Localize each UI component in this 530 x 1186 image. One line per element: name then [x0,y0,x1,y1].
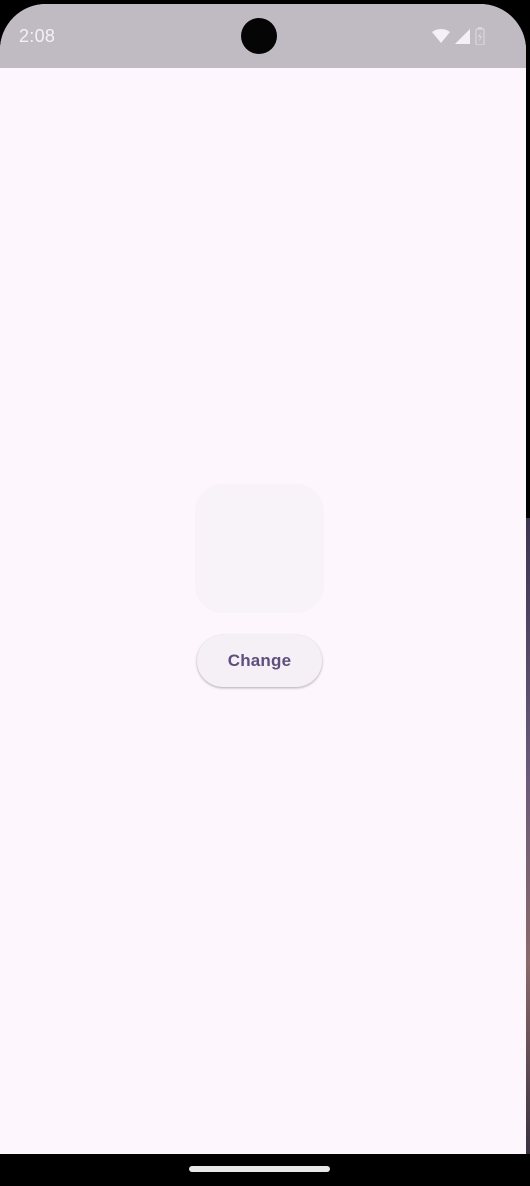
main-content: Change [0,68,526,1154]
status-bar: 2:08 [0,4,526,68]
status-icons [432,27,485,45]
battery-icon [475,27,485,45]
cellular-signal-icon [455,28,470,44]
front-camera-cutout [241,18,277,54]
home-handle[interactable] [189,1166,330,1172]
wallpaper-edge [526,518,530,1154]
navigation-bar [0,1154,530,1186]
app-screen: 2:08 Change [0,4,526,1154]
change-button[interactable]: Change [197,635,322,687]
wifi-icon [432,29,450,43]
image-placeholder [195,484,324,613]
status-time: 2:08 [19,26,56,46]
